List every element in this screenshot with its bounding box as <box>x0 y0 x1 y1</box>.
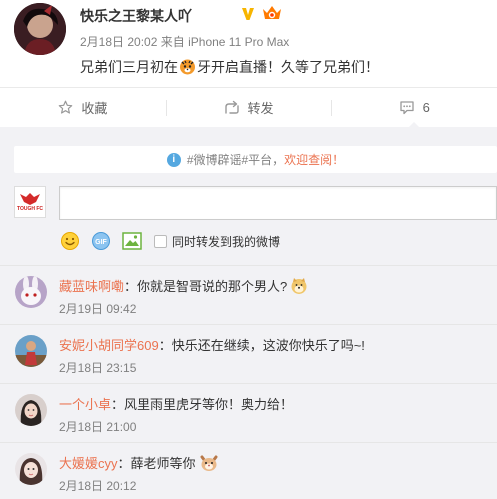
doge-emoji-icon <box>290 277 308 298</box>
comment-icon <box>399 101 414 115</box>
gif-button[interactable]: GIF <box>90 230 112 252</box>
repost-button[interactable]: 转发 <box>165 88 332 127</box>
my-avatar-text: TOUGH FC <box>16 206 44 212</box>
name-colon: ： <box>124 279 138 294</box>
commenter-name[interactable]: 安妮小胡同学609 <box>59 338 159 353</box>
info-icon: i <box>166 152 181 167</box>
favorite-label: 收藏 <box>81 101 108 116</box>
comments-panel: i #微博辟谣#平台， 欢迎查阅！ TOUGH FC GIF 同时转发到我的微博 <box>0 127 497 499</box>
repost-label: 转发 <box>247 101 274 116</box>
composer-toolbar: GIF 同时转发到我的微博 <box>59 230 280 252</box>
comment-text: 快乐还在继续，这波你快乐了吗~! <box>171 338 365 353</box>
comment-line: 藏蓝味啊嘞：你就是智哥说的那个男人? <box>59 276 308 298</box>
comment-count: 6 <box>422 100 430 115</box>
comment-text: 你就是智哥说的那个男人? <box>137 279 288 294</box>
smiley-icon <box>61 232 79 250</box>
my-avatar[interactable]: TOUGH FC <box>14 186 46 218</box>
comment-list: 藏蓝味啊嘞：你就是智哥说的那个男人? 2月19日 09:42 安妮小胡同学609… <box>0 265 497 499</box>
weibo-post: 快乐之王黎某人吖 2月18日 20:02 来自 iPhone 11 Pro Ma… <box>0 0 497 87</box>
name-colon: ： <box>117 456 131 471</box>
notice-text: #微博辟谣#平台， <box>186 153 285 167</box>
post-text-after: 牙开启直播！久等了兄弟们！ <box>197 59 379 75</box>
comment-text: 风里雨里虎牙等你！奥力给！ <box>124 397 294 412</box>
commenter-name[interactable]: 藏蓝味啊嘞 <box>59 279 124 294</box>
post-time[interactable]: 2月18日 20:02 <box>80 35 157 49</box>
comment-item: 安妮小胡同学609：快乐还在继续，这波你快乐了吗~! 2月18日 23:15 <box>0 324 497 383</box>
favorite-button[interactable]: 收藏 <box>0 88 166 127</box>
verified-badge-icon <box>240 6 256 25</box>
comment-text: 薛老师等你 <box>130 456 196 471</box>
post-meta: 2月18日 20:02 来自 iPhone 11 Pro Max <box>80 33 289 50</box>
source-prefix: 来自 <box>160 35 185 49</box>
image-button[interactable] <box>121 230 143 252</box>
commenter-name[interactable]: 大媛媛cyy <box>59 456 118 471</box>
comment-time: 2月18日 20:12 <box>59 479 137 493</box>
commenter-avatar[interactable] <box>15 394 47 426</box>
repost-icon <box>224 100 239 114</box>
repost-checkbox-label[interactable]: 同时转发到我的微博 <box>172 233 280 250</box>
notice-link[interactable]: 欢迎查阅！ <box>284 151 344 168</box>
post-source[interactable]: iPhone 11 Pro Max <box>188 35 289 49</box>
star-icon <box>59 100 73 114</box>
gif-icon: GIF <box>92 232 110 250</box>
commenter-avatar[interactable] <box>15 453 47 485</box>
tough-fc-logo-icon <box>20 193 40 205</box>
tiger-emoji-icon <box>179 58 196 78</box>
comment-line: 安妮小胡同学609：快乐还在继续，这波你快乐了吗~! <box>59 335 365 354</box>
comment-time: 2月19日 09:42 <box>59 302 137 316</box>
author-avatar[interactable] <box>14 3 66 55</box>
name-colon: ： <box>158 338 172 353</box>
comment-line: 大媛媛cyy：薛老师等你 <box>59 453 219 475</box>
post-actions-bar: 收藏 转发 6 <box>0 87 497 128</box>
name-colon: ： <box>111 397 125 412</box>
svg-text:GIF: GIF <box>95 239 107 246</box>
comment-line: 一个小卓：风里雨里虎牙等你！奥力给！ <box>59 394 293 413</box>
comment-button[interactable]: 6 <box>331 88 497 128</box>
cat-emoji-icon <box>199 454 219 475</box>
emoji-button[interactable] <box>59 230 81 252</box>
comment-item: 大媛媛cyy：薛老师等你 2月18日 20:12 <box>0 442 497 499</box>
commenter-avatar[interactable] <box>15 276 47 308</box>
rumor-notice: i #微博辟谣#平台， 欢迎查阅！ <box>14 146 497 173</box>
comment-item: 一个小卓：风里雨里虎牙等你！奥力给！ 2月18日 21:00 <box>0 383 497 442</box>
post-content: 兄弟们三月初在 牙开启直播！久等了兄弟们！ <box>80 57 379 78</box>
author-name[interactable]: 快乐之王黎某人吖 <box>80 6 192 26</box>
image-icon <box>122 232 142 250</box>
comment-time: 2月18日 21:00 <box>59 420 137 434</box>
commenter-avatar[interactable] <box>15 335 47 367</box>
repost-checkbox[interactable] <box>154 234 167 248</box>
comment-item: 藏蓝味啊嘞：你就是智哥说的那个男人? 2月19日 09:42 <box>0 265 497 324</box>
post-text-before: 兄弟们三月初在 <box>80 59 178 75</box>
vip-crown-icon <box>261 4 283 25</box>
commenter-name[interactable]: 一个小卓 <box>59 397 111 412</box>
comment-time: 2月18日 23:15 <box>59 361 137 375</box>
comment-input[interactable] <box>59 186 497 220</box>
